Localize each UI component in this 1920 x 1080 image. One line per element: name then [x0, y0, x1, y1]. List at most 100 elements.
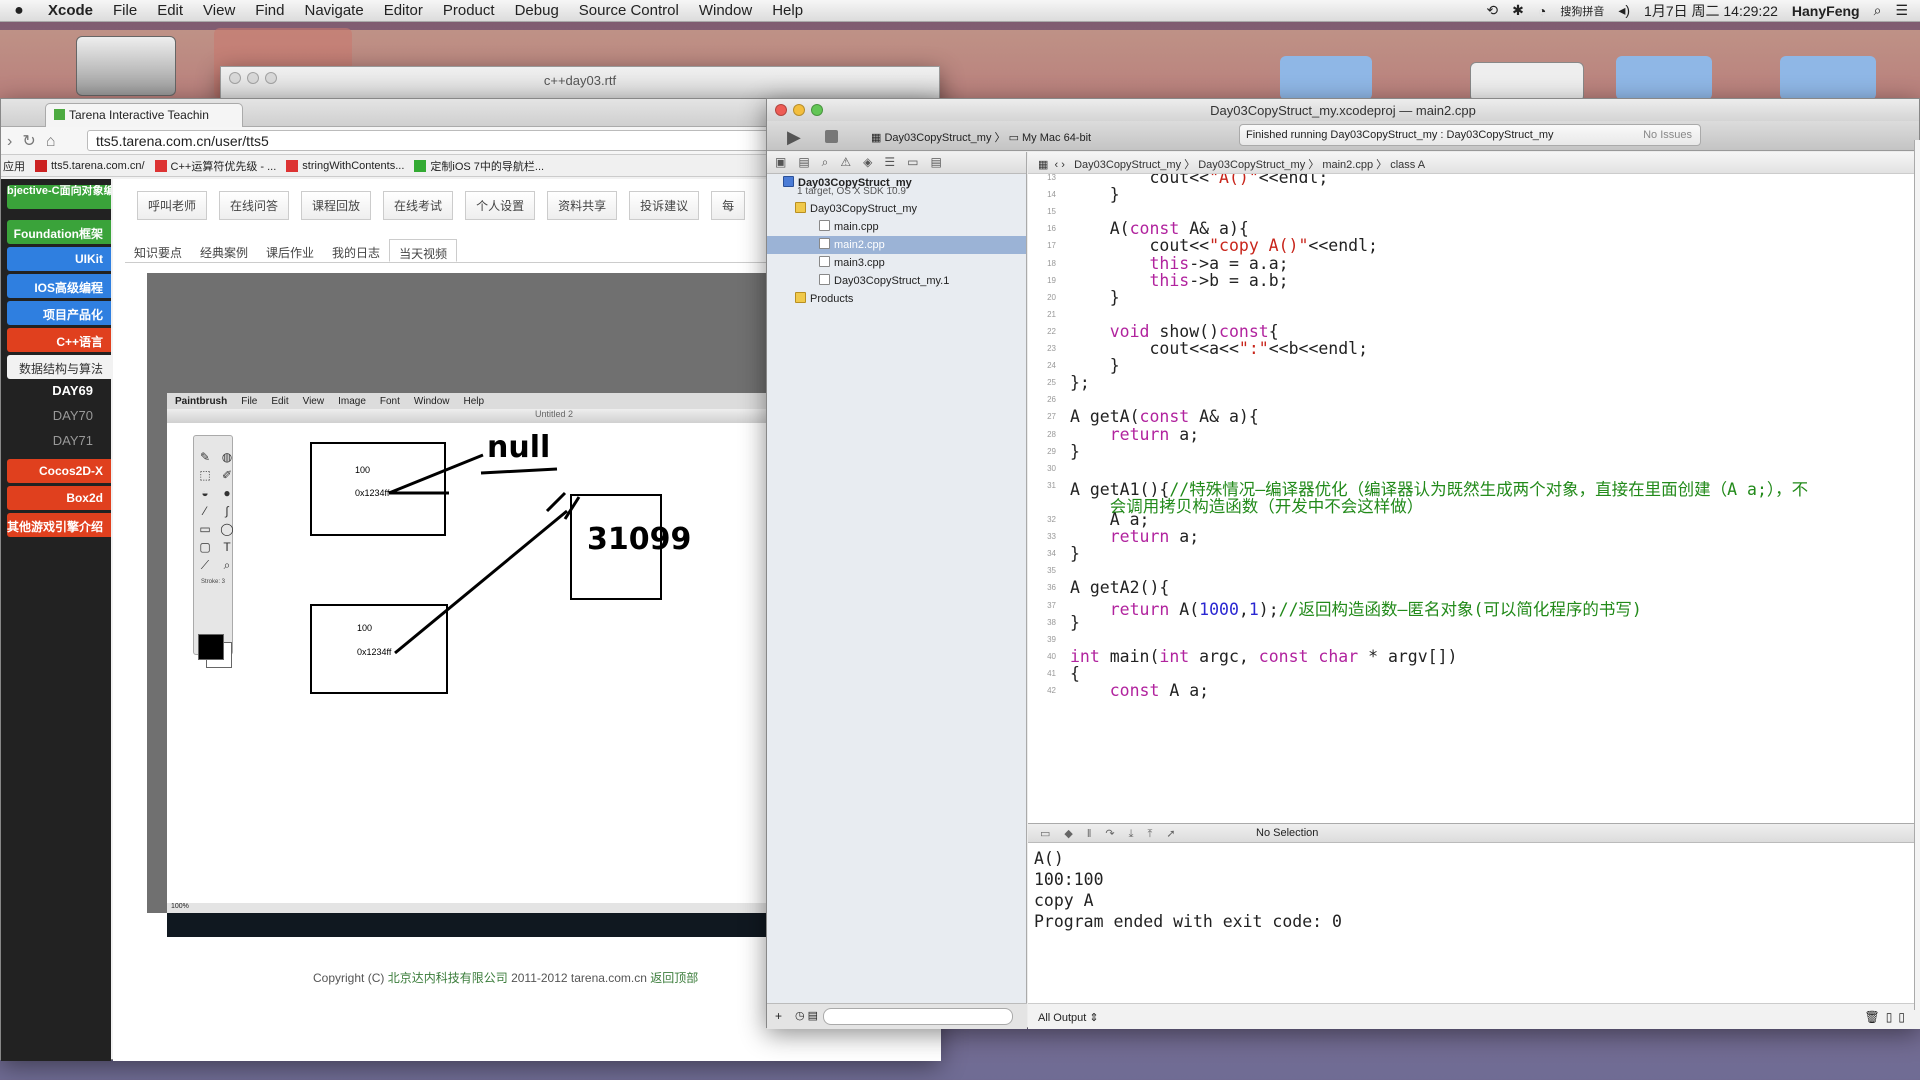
- hard-drive-icon[interactable]: [76, 36, 176, 96]
- menu-debug[interactable]: Debug: [505, 2, 569, 19]
- menu-navigate[interactable]: Navigate: [294, 2, 373, 19]
- sidebar-item-foundation[interactable]: Foundation框架: [7, 220, 111, 244]
- add-icon[interactable]: +: [775, 1009, 782, 1023]
- bookmark-item[interactable]: stringWithContents...: [286, 159, 404, 172]
- bookmark-item[interactable]: C++运算符优先级 - ...: [154, 158, 276, 174]
- box2-value: 100: [357, 623, 372, 633]
- jumpbar-symbol[interactable]: class A: [1390, 159, 1425, 171]
- clock[interactable]: 1月7日 周二 14:29:22: [1644, 1, 1778, 21]
- bookmark-apps[interactable]: 应用: [3, 158, 25, 174]
- menu-window[interactable]: Window: [689, 2, 762, 19]
- file-tree-row[interactable]: Day03CopyStruct_my.1: [767, 272, 1026, 290]
- xcode-window[interactable]: Day03CopyStruct_my.xcodeproj — main2.cpp…: [766, 98, 1920, 1029]
- file-tree-row[interactable]: main2.cpp: [767, 236, 1026, 254]
- tab-classic-cases[interactable]: 经典案例: [191, 239, 257, 262]
- cpp-file-icon: [819, 220, 830, 231]
- tab-key-points[interactable]: 知识要点: [125, 239, 191, 262]
- file-tree-row[interactable]: main.cpp: [767, 218, 1026, 236]
- apple-menu-icon[interactable]: ●: [0, 2, 38, 20]
- stop-icon[interactable]: [825, 130, 838, 143]
- trash-icon[interactable]: 🗑▯▯: [1865, 1010, 1911, 1024]
- folder-icon[interactable]: [1280, 56, 1372, 100]
- screenshot-thumbnail[interactable]: [1470, 62, 1584, 102]
- code-text: return a;: [1109, 527, 1200, 547]
- nav-online-exam[interactable]: 在线考试: [383, 191, 454, 220]
- system-menubar: ● Xcode File Edit View Find Navigate Edi…: [0, 0, 1920, 22]
- folder-icon[interactable]: [1616, 56, 1712, 100]
- menu-find[interactable]: Find: [245, 2, 294, 19]
- file-tree-row[interactable]: main3.cpp: [767, 254, 1026, 272]
- volume-icon[interactable]: ◂): [1618, 2, 1630, 19]
- file-tree-label: Day03CopyStruct_my: [810, 203, 917, 215]
- menu-source-control[interactable]: Source Control: [569, 2, 689, 19]
- tab-homework[interactable]: 课后作业: [257, 239, 323, 262]
- sidebar-item-other-engines[interactable]: 其他游戏引擎介绍: [7, 513, 111, 537]
- sidebar-item-productize[interactable]: 项目产品化: [7, 301, 111, 325]
- ime-indicator[interactable]: 搜狗拼音: [1560, 3, 1604, 19]
- footer-copyright: Copyright (C): [313, 971, 385, 985]
- sidebar-item-objc[interactable]: bjective-C面向对象编程: [7, 185, 111, 209]
- source-editor[interactable]: ▦ ‹ › Day03CopyStruct_my 〉 Day03CopyStru…: [1028, 152, 1920, 823]
- browser-tab[interactable]: Tarena Interactive Teachin: [45, 103, 243, 127]
- bookmark-item[interactable]: tts5.tarena.com.cn/: [35, 159, 145, 172]
- file-tree-row[interactable]: Products: [767, 290, 1026, 308]
- menu-edit[interactable]: Edit: [147, 2, 193, 19]
- activity-status: Finished running Day03CopyStruct_my : Da…: [1239, 124, 1701, 146]
- wifi-icon[interactable]: ◔: [1538, 3, 1546, 19]
- recent-icon[interactable]: ◷ ▤: [795, 1009, 818, 1022]
- sidebar-item-ios-advanced[interactable]: IOS高级编程: [7, 274, 111, 298]
- sidebar-day-70[interactable]: DAY70: [1, 408, 105, 423]
- jumpbar-file[interactable]: main2.cpp: [1322, 159, 1373, 171]
- bluetooth-icon[interactable]: ✱: [1512, 2, 1524, 19]
- time-machine-icon[interactable]: ⟲: [1486, 2, 1498, 19]
- sidebar-item-uikit[interactable]: UIKit: [7, 247, 111, 271]
- sidebar-day-71[interactable]: DAY71: [1, 433, 105, 448]
- tab-today-video[interactable]: 当天视频: [389, 239, 458, 262]
- tab-my-log[interactable]: 我的日志: [323, 239, 389, 262]
- nav-complaints[interactable]: 投诉建议: [629, 191, 700, 220]
- console-line: 100:100: [1034, 870, 1104, 889]
- jumpbar-group[interactable]: Day03CopyStruct_my: [1198, 159, 1305, 171]
- menu-app[interactable]: Xcode: [38, 2, 103, 19]
- footer-company-link[interactable]: 北京达内科技有限公司: [388, 971, 508, 985]
- related-items-icon[interactable]: ▦: [1038, 159, 1048, 171]
- bookmark-favicon-icon: [286, 159, 299, 172]
- back-to-top-link[interactable]: 返回顶部: [650, 971, 698, 985]
- file-tree-row[interactable]: Day03CopyStruct_my 1 target, OS X SDK 10.…: [767, 174, 1026, 200]
- menu-help[interactable]: Help: [762, 2, 813, 19]
- sidebar-day-69[interactable]: DAY69: [1, 383, 105, 398]
- notification-icon[interactable]: ☰: [1895, 2, 1908, 19]
- scheme-selector[interactable]: ▦ Day03CopyStruct_my 〉 ▭ My Mac 64-bit: [871, 129, 1091, 145]
- code-area[interactable]: 13 cout<<"A()"<<endl; 14 } 15 16 A(const A&…: [1028, 174, 1920, 823]
- spotlight-icon[interactable]: ⌕: [1874, 2, 1882, 19]
- jumpbar-project[interactable]: Day03CopyStruct_my: [1074, 159, 1181, 171]
- debug-controls[interactable]: ▭◆‖↷⤓⤒➚: [1040, 827, 1190, 841]
- menu-product[interactable]: Product: [433, 2, 505, 19]
- issues-count[interactable]: No Issues: [1643, 129, 1692, 141]
- sidebar-item-box2d[interactable]: Box2d: [7, 486, 111, 510]
- sidebar-item-cocos2dx[interactable]: Cocos2D-X: [7, 459, 111, 483]
- bookmark-item[interactable]: 定制iOS 7中的导航栏...: [414, 158, 544, 174]
- nav-settings[interactable]: 个人设置: [465, 191, 536, 220]
- run-icon[interactable]: ▶: [787, 127, 801, 148]
- file-tree-row[interactable]: Day03CopyStruct_my: [767, 200, 1026, 218]
- nav-call-teacher[interactable]: 呼叫老师: [137, 191, 208, 220]
- menu-view[interactable]: View: [193, 2, 245, 19]
- folder-icon[interactable]: [1780, 56, 1876, 100]
- menu-editor[interactable]: Editor: [374, 2, 433, 19]
- navigator-selector-bar[interactable]: ▣▤⌕⚠◈☰▭▤: [767, 152, 1026, 174]
- line-number: 25: [1047, 378, 1056, 388]
- file-tree: Day03CopyStruct_my 1 target, OS X SDK 10.…: [767, 174, 1026, 308]
- sidebar-item-data-structures[interactable]: 数据结构与算法: [7, 355, 111, 379]
- nav-online-qa[interactable]: 在线问答: [219, 191, 290, 220]
- nav-buttons[interactable]: ›↻⌂: [7, 131, 65, 151]
- output-filter-select[interactable]: All Output ⇕: [1038, 1011, 1099, 1024]
- nav-course-replay[interactable]: 课程回放: [301, 191, 372, 220]
- user-name[interactable]: HanyFeng: [1792, 3, 1860, 19]
- sidebar-item-cpp[interactable]: C++语言: [7, 328, 111, 352]
- nav-resources[interactable]: 资料共享: [547, 191, 618, 220]
- console-output[interactable]: A() 100:100 copy A Program ended with exit …: [1028, 843, 1920, 1029]
- nav-more[interactable]: 每: [711, 191, 746, 220]
- menu-file[interactable]: File: [103, 2, 147, 19]
- navigator-filter-input[interactable]: [823, 1008, 1013, 1025]
